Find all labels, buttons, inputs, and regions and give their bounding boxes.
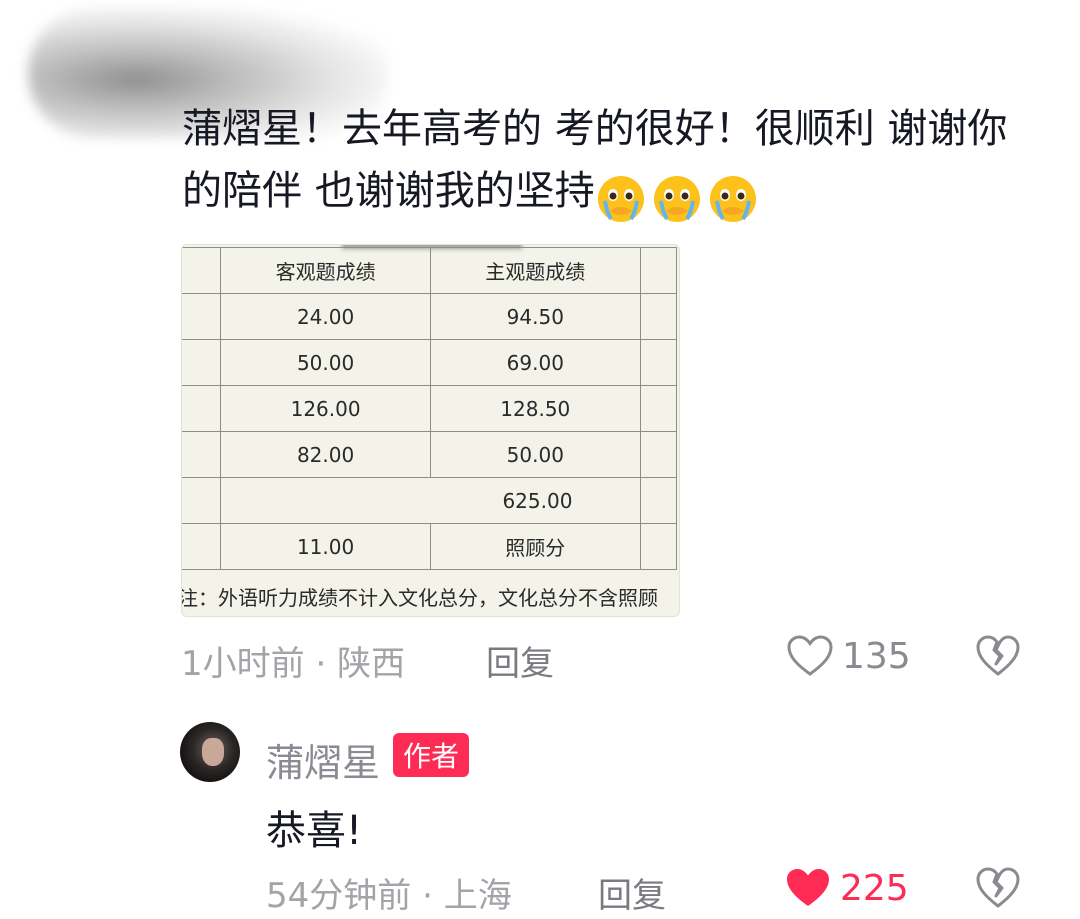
reply-meta: 54分钟前 · 上海 bbox=[266, 868, 512, 917]
table-cell: 94.50 bbox=[429, 293, 641, 340]
reply-time: 54分钟前 bbox=[266, 876, 412, 916]
like-count: 135 bbox=[842, 635, 911, 677]
comment-meta: 1小时前 · 陕西 bbox=[181, 636, 405, 685]
table-row: 126.00 128.50 bbox=[182, 385, 678, 432]
table-row: 625.00 bbox=[182, 477, 678, 524]
comment-time: 1小时前 bbox=[181, 644, 305, 684]
table-cell: 照顾分 bbox=[429, 523, 641, 570]
reply-location: 上海 bbox=[443, 876, 512, 916]
header-objective: 客观题成绩 bbox=[220, 247, 431, 294]
table-row: 82.00 50.00 bbox=[182, 431, 678, 478]
table-cell: 128.50 bbox=[429, 385, 641, 432]
table-cell: 82.00 bbox=[220, 431, 431, 478]
reply-text: 恭喜! bbox=[266, 808, 363, 854]
dislike-button[interactable] bbox=[975, 634, 1021, 682]
table-note: 注：外语听力成绩不计入文化总分，文化总分不含照顾 bbox=[181, 586, 658, 610]
emoji-group bbox=[595, 166, 763, 228]
reply-user-name[interactable]: 蒲熠星 bbox=[266, 732, 380, 787]
crying-emoji-icon bbox=[597, 176, 644, 222]
reply-reply-button[interactable]: 回复 bbox=[598, 868, 666, 917]
meta-separator: · bbox=[315, 644, 327, 684]
comment-location: 陕西 bbox=[337, 644, 406, 684]
crying-emoji-icon bbox=[709, 176, 756, 222]
table-cell: 69.00 bbox=[429, 339, 641, 386]
table-row: 24.00 94.50 bbox=[182, 293, 678, 340]
table-row: 50.00 69.00 bbox=[182, 339, 678, 386]
table-cell: 24.00 bbox=[220, 293, 431, 340]
avatar-face bbox=[202, 738, 224, 766]
like-button[interactable]: 135 bbox=[786, 634, 911, 678]
reply-like-count: 225 bbox=[840, 867, 909, 909]
table-cell: 11.00 bbox=[220, 523, 431, 570]
table-cell: 50.00 bbox=[220, 339, 431, 386]
author-avatar[interactable] bbox=[180, 722, 240, 782]
reply-button[interactable]: 回复 bbox=[486, 636, 554, 685]
crying-emoji-icon bbox=[653, 176, 700, 222]
broken-heart-icon bbox=[976, 867, 1020, 908]
comment-text: 蒲熠星！去年高考的 考的很好！很顺利 谢谢你的陪伴 也谢谢我的坚持 bbox=[182, 98, 1042, 228]
table-row: 11.00 照顾分 bbox=[182, 523, 678, 570]
table-cell: 50.00 bbox=[429, 431, 641, 478]
header-subjective: 主观题成绩 bbox=[429, 247, 641, 294]
meta-separator: · bbox=[422, 876, 433, 916]
heart-outline-icon bbox=[787, 635, 833, 676]
table-header-row: 客观题成绩 主观题成绩 bbox=[182, 247, 678, 294]
table-cell-total: 625.00 bbox=[220, 477, 641, 524]
score-table: 客观题成绩 主观题成绩 24.00 94.50 50.00 69.00 126.… bbox=[182, 247, 678, 570]
broken-heart-icon bbox=[976, 635, 1020, 676]
reply-dislike-button[interactable] bbox=[975, 866, 1021, 919]
author-badge: 作者 bbox=[393, 733, 470, 777]
score-screenshot-image[interactable]: 客观题成绩 主观题成绩 24.00 94.50 50.00 69.00 126.… bbox=[181, 244, 680, 617]
reply-like-button[interactable]: 225 bbox=[784, 866, 909, 910]
table-cell: 126.00 bbox=[220, 385, 431, 432]
heart-filled-icon bbox=[787, 869, 829, 906]
